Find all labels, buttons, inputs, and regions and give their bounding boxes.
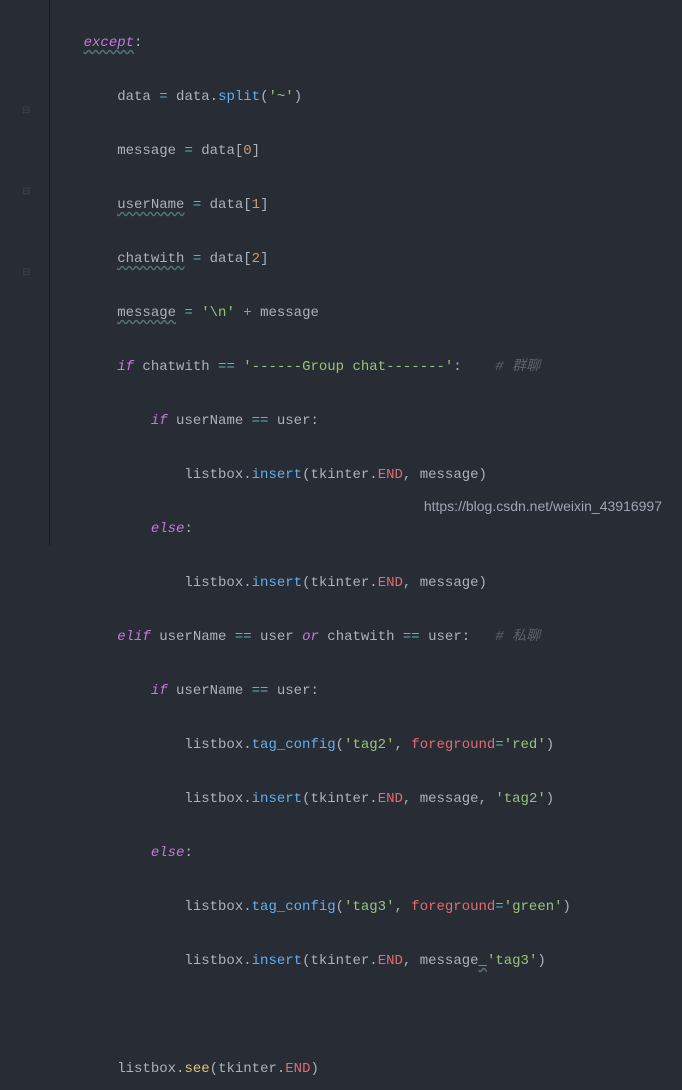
fold-mark: ⊟ bbox=[22, 98, 30, 125]
code-line: data = data.split('~') bbox=[50, 84, 571, 111]
code-line: chatwith = data[2] bbox=[50, 246, 571, 273]
code-line: else: bbox=[50, 840, 571, 867]
code-line: message = '\n' + message bbox=[50, 300, 571, 327]
code-line: listbox.see(tkinter.END) bbox=[50, 1056, 571, 1083]
code-line: if userName == user: bbox=[50, 678, 571, 705]
code-line: else: bbox=[50, 516, 571, 543]
comment: # 私聊 bbox=[470, 629, 540, 645]
code-line: userName = data[1] bbox=[50, 192, 571, 219]
code-line: listbox.insert(tkinter.END, message) bbox=[50, 570, 571, 597]
code-line: listbox.tag_config('tag2', foreground='r… bbox=[50, 732, 571, 759]
comment: # 群聊 bbox=[462, 359, 540, 375]
fold-mark: ⊟ bbox=[22, 260, 30, 287]
code-line: if chatwith == '------Group chat-------'… bbox=[50, 354, 571, 381]
keyword-if: if bbox=[151, 683, 168, 699]
fold-mark: ⊟ bbox=[22, 179, 30, 206]
code-line: if userName == user: bbox=[50, 408, 571, 435]
keyword-elif: elif bbox=[117, 629, 151, 645]
keyword-else: else bbox=[151, 521, 185, 537]
keyword-else: else bbox=[151, 845, 185, 861]
code-line: message = data[0] bbox=[50, 138, 571, 165]
gutter: ⊟ ⊟ ⊟ bbox=[0, 0, 50, 545]
code-line bbox=[50, 1002, 571, 1029]
code-line: except: bbox=[50, 30, 571, 57]
code-editor[interactable]: except: data = data.split('~') message =… bbox=[50, 3, 571, 1090]
keyword-if: if bbox=[117, 359, 134, 375]
code-line: listbox.insert(tkinter.END, message_'tag… bbox=[50, 948, 571, 975]
code-line: listbox.tag_config('tag3', foreground='g… bbox=[50, 894, 571, 921]
code-line: listbox.insert(tkinter.END, message) bbox=[50, 462, 571, 489]
keyword-if: if bbox=[151, 413, 168, 429]
watermark-url: https://blog.csdn.net/weixin_43916997 bbox=[424, 493, 662, 520]
keyword-except: except bbox=[84, 35, 134, 51]
code-line: listbox.insert(tkinter.END, message, 'ta… bbox=[50, 786, 571, 813]
code-line: elif userName == user or chatwith == use… bbox=[50, 624, 571, 651]
